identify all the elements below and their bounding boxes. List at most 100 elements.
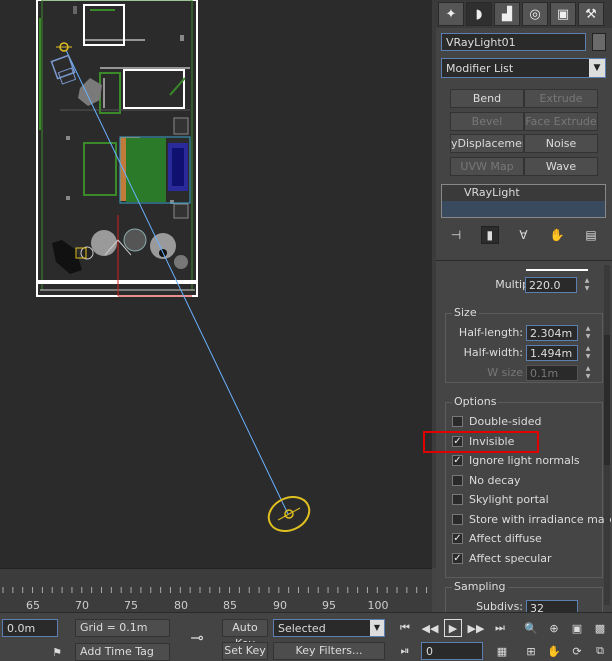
bevel-button[interactable]: Bevel: [450, 112, 524, 131]
field-of-view-icon[interactable]: ⊞: [522, 642, 540, 660]
w-size-spinner[interactable]: 0.1m: [526, 365, 578, 381]
modifier-list-label: Modifier List: [446, 62, 514, 75]
rollout-scrollbar[interactable]: [604, 265, 610, 605]
tick-label: 70: [75, 599, 89, 612]
checkbox-box[interactable]: [452, 494, 463, 505]
modify-icon[interactable]: ◗: [466, 2, 492, 26]
zoom-extents-icon[interactable]: ▣: [568, 619, 586, 637]
display-icon[interactable]: ▣: [550, 2, 576, 26]
stack-item-vraylight[interactable]: VRayLight: [442, 185, 605, 201]
chevron-down-icon[interactable]: ▼: [589, 59, 605, 77]
uvw-map-button[interactable]: UVW Map: [450, 157, 524, 176]
noise-button[interactable]: Noise: [524, 134, 598, 153]
size-group: Size Half-length: 2.304m ▲ ▼ Half-width: …: [445, 306, 603, 383]
store-with-irradiance-map-checkbox[interactable]: Store with irradiance map: [452, 513, 612, 526]
face-extrude-button[interactable]: Face Extrude: [524, 112, 598, 131]
hierarchy-icon[interactable]: ▟: [494, 2, 520, 26]
subdivs-spinner[interactable]: 32: [526, 600, 578, 612]
half-width-spinner[interactable]: 1.494m: [526, 345, 578, 361]
maximize-viewport-icon[interactable]: ⧉: [591, 642, 609, 660]
spinner-arrows-icon[interactable]: ▲ ▼: [582, 277, 592, 293]
check-icon[interactable]: ✓: [452, 553, 463, 564]
create-icon[interactable]: ✦: [438, 2, 464, 26]
remove-modifier-icon[interactable]: ✋: [548, 226, 566, 244]
selection-set-dropdown[interactable]: Selected ▼: [273, 619, 385, 637]
time-configuration-icon[interactable]: ▦: [493, 642, 511, 660]
configure-sets-icon[interactable]: ▤: [582, 226, 600, 244]
multiplier-spinner[interactable]: 220.0: [525, 277, 577, 293]
displacement-button[interactable]: yDisplacement: [450, 134, 524, 153]
spinner-arrows-icon[interactable]: ▲ ▼: [583, 345, 593, 361]
checkbox-label: Double-sided: [469, 415, 542, 428]
double-sided-checkbox[interactable]: Double-sided: [452, 415, 541, 428]
modifier-stack[interactable]: VRayLight: [441, 184, 606, 218]
zoom-icon[interactable]: 🔍: [522, 619, 540, 637]
next-frame-icon[interactable]: ▶▶: [467, 619, 485, 637]
half-length-spinner[interactable]: 2.304m: [526, 325, 578, 341]
pan-icon[interactable]: ✋: [545, 642, 563, 660]
checkbox-label: Affect specular: [469, 552, 552, 565]
auto-key-button[interactable]: Auto Key: [222, 619, 268, 650]
checkbox-label: Ignore light normals: [469, 454, 580, 467]
previous-frame-icon[interactable]: ◀◀: [421, 619, 439, 637]
extrude-button[interactable]: Extrude: [524, 89, 598, 108]
coordinate-field[interactable]: 0.0m: [2, 619, 58, 637]
stack-selection: [442, 201, 605, 217]
check-icon[interactable]: ✓: [452, 455, 463, 466]
viewport-scene: [36, 0, 311, 533]
ruler-ticks: [2, 587, 428, 593]
tick-label: 95: [322, 599, 336, 612]
grid-size-display: Grid = 0.1m: [75, 619, 170, 637]
add-time-tag-button[interactable]: Add Time Tag: [75, 643, 170, 661]
zoom-all-icon[interactable]: ⊕: [545, 619, 563, 637]
time-tag-icon[interactable]: ⚑: [48, 643, 66, 661]
object-color-swatch[interactable]: [592, 33, 606, 51]
selection-set-label: Selected: [278, 622, 326, 635]
wave-button[interactable]: Wave: [524, 157, 598, 176]
current-frame-field[interactable]: 0: [421, 642, 483, 660]
tick-label: 85: [223, 599, 237, 612]
modifier-list-dropdown[interactable]: Modifier List ▼: [441, 58, 606, 78]
set-key-button[interactable]: Set Key: [222, 642, 268, 660]
skylight-portal-checkbox[interactable]: Skylight portal: [452, 493, 549, 506]
bend-button[interactable]: Bend: [450, 89, 524, 108]
checkbox-box[interactable]: [452, 416, 463, 427]
make-unique-icon[interactable]: ∀: [515, 226, 533, 244]
key-icon[interactable]: ⊸: [183, 625, 211, 649]
no-decay-checkbox[interactable]: No decay: [452, 474, 521, 487]
timeline-ruler[interactable]: 65 70 75 80 85 90 95 100: [0, 568, 432, 612]
affect-specular-checkbox[interactable]: ✓ Affect specular: [452, 552, 552, 565]
size-group-title: Size: [452, 306, 479, 319]
options-group-title: Options: [452, 395, 499, 408]
chevron-down-icon[interactable]: ▼: [370, 620, 384, 636]
key-mode-icon[interactable]: ⏯: [396, 642, 414, 660]
subdivs-label: Subdivs:: [476, 600, 523, 612]
ignore-light-normals-checkbox[interactable]: ✓ Ignore light normals: [452, 454, 580, 467]
w-size-label: W size: [487, 366, 523, 379]
half-length-label: Half-length:: [458, 326, 523, 339]
status-bar: 0.0m Grid = 0.1m ⚑ Add Time Tag ⊸ Auto K…: [0, 612, 612, 661]
go-to-start-icon[interactable]: ⏮: [396, 619, 414, 637]
go-to-end-icon[interactable]: ⏭: [491, 619, 509, 637]
zoom-extents-all-icon[interactable]: ▩: [591, 619, 609, 637]
checkbox-box[interactable]: [452, 514, 463, 525]
sampling-group-title: Sampling: [452, 580, 508, 593]
motion-icon[interactable]: ◎: [522, 2, 548, 26]
object-name-field[interactable]: VRayLight01: [441, 33, 586, 51]
key-filters-button[interactable]: Key Filters...: [273, 642, 385, 660]
checkbox-label: Affect diffuse: [469, 532, 542, 545]
affect-diffuse-checkbox[interactable]: ✓ Affect diffuse: [452, 532, 542, 545]
command-panel: ✦ ◗ ▟ ◎ ▣ ⚒ VRayLight01 Modifier List ▼ …: [436, 0, 612, 612]
top-viewport[interactable]: [0, 0, 432, 568]
show-end-result-icon[interactable]: ▮: [480, 226, 499, 244]
pin-stack-icon[interactable]: ⊣: [447, 226, 465, 244]
play-icon[interactable]: ▶: [444, 619, 462, 637]
check-icon[interactable]: ✓: [452, 533, 463, 544]
scrollbar-thumb[interactable]: [604, 335, 610, 465]
checkbox-label: No decay: [469, 474, 521, 487]
orbit-icon[interactable]: ⟳: [568, 642, 586, 660]
checkbox-box[interactable]: [452, 475, 463, 486]
utilities-icon[interactable]: ⚒: [578, 2, 604, 26]
spinner-arrows-icon[interactable]: ▲ ▼: [583, 365, 593, 381]
spinner-arrows-icon[interactable]: ▲ ▼: [583, 325, 593, 341]
